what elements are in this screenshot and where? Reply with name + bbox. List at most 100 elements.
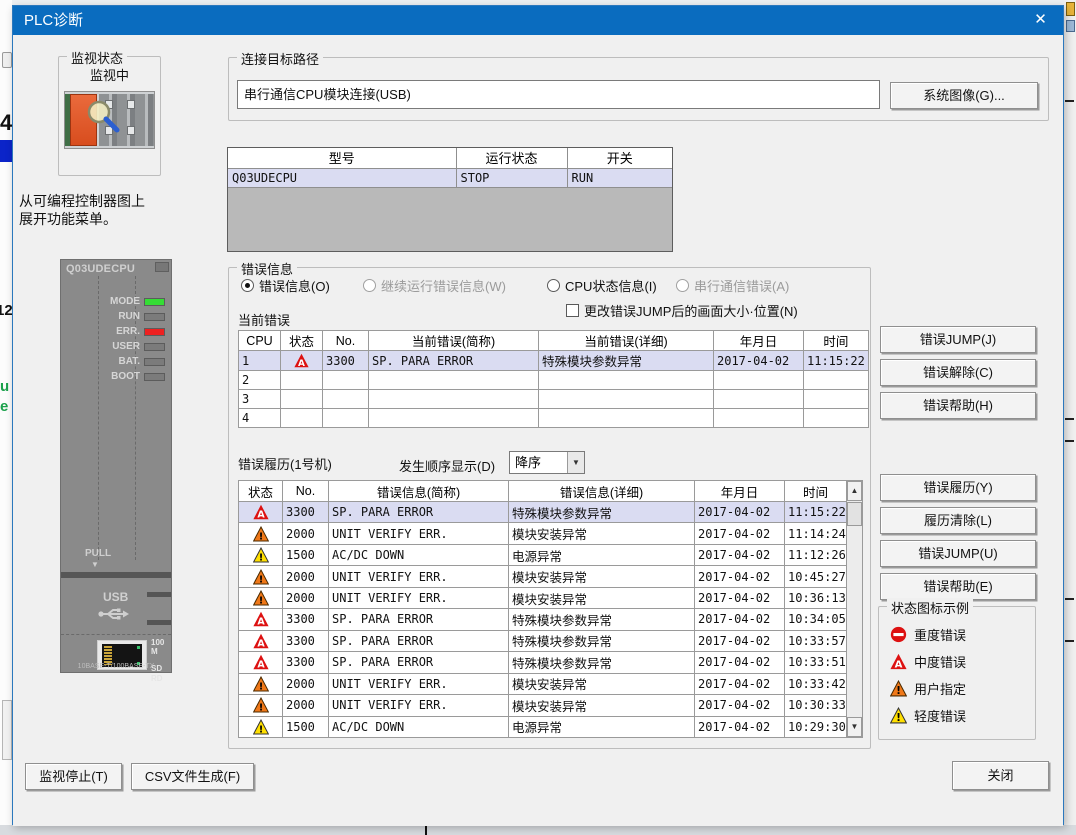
radio-circle[interactable] [241,279,254,292]
csv-generate-button[interactable]: CSV文件生成(F) [131,763,254,790]
radio-circle [676,279,689,292]
history-scrollbar[interactable]: ▲ ▼ [847,480,863,738]
plc-led-label: MODE [110,296,140,307]
port-led [137,646,140,649]
history-row[interactable]: !2000UNIT VERIFY ERR.模块安装异常2017-04-0210:… [239,673,847,694]
time-cell: 10:34:05 [785,609,847,630]
screen: 4 12 u e PLC诊断 ✕ 监视状态 监视中 [0,0,1076,835]
error-help-e-button[interactable]: 错误帮助(E) [880,573,1036,600]
rack-slot [127,126,135,135]
current-error-row[interactable]: 3 [239,390,869,409]
error-jump-j-button[interactable]: 错误JUMP(J) [880,326,1036,353]
history-row[interactable]: !1500AC/DC DOWN电源异常2017-04-0210:29:30 [239,716,847,737]
plc-module-graphic[interactable]: Q03UDECPU MODERUNERR.USERBAT.BOOT PULL ▼… [60,259,172,673]
current-error-row[interactable]: 2 [239,371,869,390]
radio-cpu-status-info[interactable]: CPU状态信息(I) [547,276,657,295]
error-info-group: 错误信息 错误信息(O)继续运行错误信息(W)CPU状态信息(I)串行通信错误(… [228,267,871,749]
user-error-icon: ! [253,676,269,690]
error-clear-button[interactable]: 错误解除(C) [880,359,1036,386]
close-icon[interactable]: ✕ [1018,6,1063,35]
error-brief-cell: SP. PARA ERROR [329,652,509,673]
current-error-row[interactable]: 1A3300SP. PARA ERROR特殊模块参数异常2017-04-0211… [239,351,869,371]
error-brief-cell: SP. PARA ERROR [329,630,509,651]
radio-label: CPU状态信息(I) [565,276,657,295]
time-cell [804,390,869,409]
error-history-button[interactable]: 错误履历(Y) [880,474,1036,501]
history-row[interactable]: !1500AC/DC DOWN电源异常2017-04-0211:12:26 [239,544,847,565]
close-button[interactable]: 关闭 [952,761,1049,790]
model-table-row[interactable]: Q03UDECPU STOP RUN [228,168,672,187]
background-fragment [425,825,427,835]
system-image-button[interactable]: 系统图像(G)... [890,82,1038,109]
background-window-right [1064,0,1076,825]
status-icon-legend-group: 状态图标示例 重度错误A中度错误!用户指定!轻度错误 [878,606,1036,740]
pull-arrow-icon: ▼ [91,560,99,569]
error-detail-cell: 特殊模块参数异常 [509,609,695,630]
title-bar[interactable]: PLC诊断 ✕ [13,6,1063,35]
moderate-error-icon: A [253,655,269,669]
status-cell: ! [239,587,283,608]
user-error-icon: ! [253,590,269,604]
current-error-header: 年月日 [714,331,804,351]
legend-item: A中度错误 [889,648,966,675]
scroll-up-icon[interactable]: ▲ [847,481,862,501]
date-cell: 2017-04-02 [695,673,785,694]
cpu-cell: 4 [239,409,281,428]
history-clear-button[interactable]: 履历清除(L) [880,507,1036,534]
error-brief-cell: UNIT VERIFY ERR. [329,673,509,694]
error-detail-cell: 特殊模块参数异常 [539,351,714,371]
background-fragment: 4 [0,110,12,136]
svg-text:A: A [257,639,265,649]
stop-monitor-button[interactable]: 监视停止(T) [25,763,122,790]
error-no-cell: 3300 [283,609,329,630]
history-row[interactable]: A3300SP. PARA ERROR特殊模块参数异常2017-04-0211:… [239,502,847,523]
background-fragment: 12 [0,302,12,319]
pull-label: PULL [85,548,111,559]
radio-error-info[interactable]: 错误信息(O) [241,276,330,295]
plc-led-label: RUN [118,311,140,322]
plc-led-row: BOOT [61,369,165,384]
scroll-down-icon[interactable]: ▼ [847,717,862,737]
history-row[interactable]: !2000UNIT VERIFY ERR.模块安装异常2017-04-0210:… [239,587,847,608]
error-help-h-button[interactable]: 错误帮助(H) [880,392,1036,419]
chevron-down-icon[interactable]: ▼ [567,452,584,473]
background-fragment [1065,418,1074,420]
radio-label: 串行通信错误(A) [694,276,789,295]
error-jump-u-button[interactable]: 错误JUMP(U) [880,540,1036,567]
plc-led-label: BOOT [111,371,140,382]
history-row[interactable]: !2000UNIT VERIFY ERR.模块安装异常2017-04-0210:… [239,566,847,587]
history-row[interactable]: A3300SP. PARA ERROR特殊模块参数异常2017-04-0210:… [239,609,847,630]
status-cell [281,409,323,428]
error-brief-cell: SP. PARA ERROR [369,351,539,371]
plc-led-row: USER [61,339,165,354]
time-cell: 10:33:57 [785,630,847,651]
error-detail-cell [539,390,714,409]
radio-circle[interactable] [547,279,560,292]
svg-text:!: ! [258,553,263,564]
resize-after-jump-checkbox[interactable]: 更改错误JUMP后的画面大小·位置(N) [566,301,798,320]
plc-vent [147,592,171,597]
history-header: 时间 [785,481,847,502]
checkbox-box[interactable] [566,304,579,317]
scrollbar-thumb[interactable] [847,502,862,526]
plc-panel-line [61,634,171,635]
dialog-title: PLC诊断 [24,6,83,35]
history-row[interactable]: A3300SP. PARA ERROR特殊模块参数异常2017-04-0210:… [239,652,847,673]
time-cell: 10:33:42 [785,673,847,694]
plc-led-user [144,343,165,351]
status-cell: A [239,630,283,651]
sort-order-select[interactable]: 降序 ▼ [509,451,585,474]
user-error-icon: ! [253,569,269,583]
minor-error-icon: ! [253,719,269,733]
status-cell: A [239,609,283,630]
radio-serial-comm-error: 串行通信错误(A) [676,276,789,295]
status-cell: ! [239,523,283,544]
history-row[interactable]: A3300SP. PARA ERROR特殊模块参数异常2017-04-0210:… [239,630,847,651]
plc-diagnostics-dialog: PLC诊断 ✕ 监视状态 监视中 [12,5,1064,825]
history-row[interactable]: !2000UNIT VERIFY ERR.模块安装异常2017-04-0210:… [239,695,847,716]
history-row[interactable]: !2000UNIT VERIFY ERR.模块安装异常2017-04-0211:… [239,523,847,544]
date-cell: 2017-04-02 [695,652,785,673]
hint-line: 展开功能菜单。 [19,211,229,229]
status-cell: A [239,502,283,523]
current-error-row[interactable]: 4 [239,409,869,428]
